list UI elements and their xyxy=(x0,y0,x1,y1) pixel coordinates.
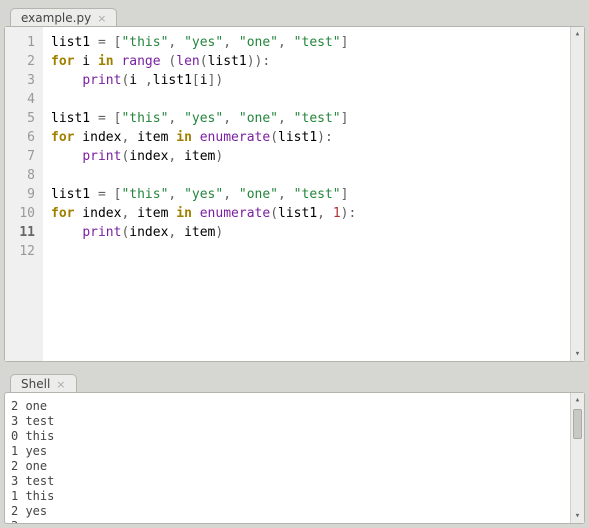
line-number: 10 xyxy=(7,204,35,223)
line-number: 9 xyxy=(7,185,35,204)
shell-output-line: 2 yes xyxy=(11,504,566,519)
tab-label: example.py xyxy=(21,11,91,25)
shell-output-line: 3 test xyxy=(11,414,566,429)
line-number-gutter: 123456789101112 xyxy=(5,27,43,361)
code-line: for i in range (len(list1)): xyxy=(51,52,566,71)
line-number: 11 xyxy=(7,223,35,242)
tab-shell[interactable]: Shell × xyxy=(10,374,77,393)
code-line xyxy=(51,166,566,185)
code-line: for index, item in enumerate(list1): xyxy=(51,128,566,147)
line-number: 8 xyxy=(7,166,35,185)
scroll-up-icon[interactable]: ▴ xyxy=(571,393,584,407)
line-number: 2 xyxy=(7,52,35,71)
editor-body: 123456789101112 list1 = ["this", "yes", … xyxy=(4,26,585,362)
shell-scrollbar[interactable]: ▴ ▾ xyxy=(570,393,584,523)
shell-output-line: 2 one xyxy=(11,459,566,474)
line-number: 12 xyxy=(7,242,35,261)
shell-output-line: 0 this xyxy=(11,429,566,444)
code-line: list1 = ["this", "yes", "one", "test"] xyxy=(51,33,566,52)
code-line: for index, item in enumerate(list1, 1): xyxy=(51,204,566,223)
shell-tabbar: Shell × xyxy=(4,370,585,392)
editor-scrollbar[interactable]: ▴ ▾ xyxy=(570,27,584,361)
shell-output-line: 1 yes xyxy=(11,444,566,459)
code-line: list1 = ["this", "yes", "one", "test"] xyxy=(51,185,566,204)
scroll-up-icon[interactable]: ▴ xyxy=(571,27,584,41)
shell-output-line: 3 one xyxy=(11,519,566,523)
code-line: print(i ,list1[i]) xyxy=(51,71,566,90)
code-line: list1 = ["this", "yes", "one", "test"] xyxy=(51,109,566,128)
line-number: 7 xyxy=(7,147,35,166)
code-line: print(index, item) xyxy=(51,223,566,242)
line-number: 6 xyxy=(7,128,35,147)
shell-output-line: 3 test xyxy=(11,474,566,489)
line-number: 5 xyxy=(7,109,35,128)
shell-pane: Shell × 2 one3 test0 this1 yes2 one3 tes… xyxy=(0,366,589,528)
code-line: print(index, item) xyxy=(51,147,566,166)
editor-pane: example.py × 123456789101112 list1 = ["t… xyxy=(0,0,589,366)
tab-example-py[interactable]: example.py × xyxy=(10,8,117,27)
close-icon[interactable]: × xyxy=(97,13,106,24)
scroll-thumb[interactable] xyxy=(573,409,582,439)
close-icon[interactable]: × xyxy=(56,379,65,390)
code-line xyxy=(51,90,566,109)
shell-output-line: 2 one xyxy=(11,399,566,414)
code-line xyxy=(51,242,566,261)
shell-body: 2 one3 test0 this1 yes2 one3 test1 this2… xyxy=(4,392,585,524)
code-area[interactable]: list1 = ["this", "yes", "one", "test"]fo… xyxy=(43,27,570,361)
line-number: 1 xyxy=(7,33,35,52)
shell-output[interactable]: 2 one3 test0 this1 yes2 one3 test1 this2… xyxy=(5,393,570,523)
line-number: 3 xyxy=(7,71,35,90)
tab-label: Shell xyxy=(21,377,50,391)
shell-output-line: 1 this xyxy=(11,489,566,504)
editor-tabbar: example.py × xyxy=(4,4,585,26)
scroll-down-icon[interactable]: ▾ xyxy=(571,509,584,523)
scroll-down-icon[interactable]: ▾ xyxy=(571,347,584,361)
line-number: 4 xyxy=(7,90,35,109)
